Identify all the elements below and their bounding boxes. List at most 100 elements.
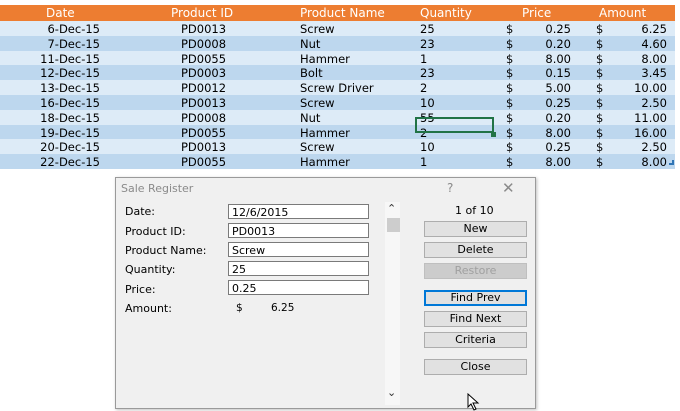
cell-amount-currency[interactable]: $ <box>596 96 603 110</box>
cell-quantity[interactable]: 10 <box>420 96 435 110</box>
cell-price-currency[interactable]: $ <box>506 37 513 51</box>
cell-price[interactable]: 5.00 <box>545 81 571 95</box>
cell-product-name[interactable]: Hammer <box>300 126 350 140</box>
cell-quantity[interactable]: 23 <box>420 66 435 80</box>
cell-price[interactable]: 0.25 <box>545 22 571 36</box>
scroll-down-icon[interactable]: ⌄ <box>387 386 396 399</box>
product-name-field[interactable]: Screw <box>228 242 369 257</box>
cell-product-name[interactable]: Hammer <box>300 52 350 66</box>
cell-amount-currency[interactable]: $ <box>596 126 603 140</box>
cell-quantity[interactable]: 10 <box>420 140 435 154</box>
cell-quantity[interactable]: 25 <box>420 22 435 36</box>
cell-amount-currency[interactable]: $ <box>596 22 603 36</box>
column-header-price[interactable]: Price <box>522 6 551 20</box>
cell-amount-currency[interactable]: $ <box>596 66 603 80</box>
cell-price-currency[interactable]: $ <box>506 96 513 110</box>
column-header-amount[interactable]: Amount <box>599 6 646 20</box>
cell-product-name[interactable]: Nut <box>300 37 320 51</box>
cell-amount-currency[interactable]: $ <box>596 52 603 66</box>
cell-price-currency[interactable]: $ <box>506 22 513 36</box>
cell-date[interactable]: 20-Dec-15 <box>40 140 100 154</box>
cell-price-currency[interactable]: $ <box>506 140 513 154</box>
cell-amount-currency[interactable]: $ <box>596 37 603 51</box>
cell-date[interactable]: 7-Dec-15 <box>47 37 100 51</box>
cell-date[interactable]: 12-Dec-15 <box>40 66 100 80</box>
cell-price-currency[interactable]: $ <box>506 126 513 140</box>
cell-amount[interactable]: 3.45 <box>641 66 667 80</box>
column-header-date[interactable]: Date <box>46 6 75 20</box>
column-header-product-name[interactable]: Product Name <box>300 6 385 20</box>
restore-button[interactable]: Restore <box>424 263 527 279</box>
cell-product-id[interactable]: PD0013 <box>181 22 226 36</box>
cell-date[interactable]: 11-Dec-15 <box>40 52 100 66</box>
cell-price[interactable]: 0.20 <box>545 37 571 51</box>
cell-product-id[interactable]: PD0055 <box>181 126 226 140</box>
cell-price-currency[interactable]: $ <box>506 81 513 95</box>
find-next-button[interactable]: Find Next <box>424 311 527 327</box>
cell-amount[interactable]: 10.00 <box>634 81 667 95</box>
cell-product-name[interactable]: Screw Driver <box>300 81 374 95</box>
cell-price[interactable]: 8.00 <box>545 52 571 66</box>
cell-amount[interactable]: 16.00 <box>634 126 667 140</box>
quantity-field[interactable]: 25 <box>228 261 369 276</box>
cell-amount[interactable]: 8.00 <box>641 52 667 66</box>
cell-product-id[interactable]: PD0008 <box>181 111 226 125</box>
cell-product-id[interactable]: PD0012 <box>181 81 226 95</box>
cell-amount-currency[interactable]: $ <box>596 140 603 154</box>
cell-product-name[interactable]: Screw <box>300 96 335 110</box>
cell-product-name[interactable]: Screw <box>300 22 335 36</box>
delete-button[interactable]: Delete <box>424 242 527 258</box>
scroll-up-icon[interactable]: ⌃ <box>387 202 396 215</box>
find-prev-button[interactable]: Find Prev <box>424 290 527 306</box>
new-button[interactable]: New <box>424 221 527 237</box>
cell-product-name[interactable]: Bolt <box>300 66 323 80</box>
cell-amount[interactable]: 8.00 <box>641 155 667 169</box>
cell-amount-currency[interactable]: $ <box>596 81 603 95</box>
cell-date[interactable]: 16-Dec-15 <box>40 96 100 110</box>
cell-price-currency[interactable]: $ <box>506 155 513 169</box>
cell-price[interactable]: 8.00 <box>545 155 571 169</box>
cell-product-id[interactable]: PD0003 <box>181 66 226 80</box>
cell-price[interactable]: 0.25 <box>545 96 571 110</box>
criteria-button[interactable]: Criteria <box>424 332 527 348</box>
column-header-product-id[interactable]: Product ID <box>171 6 233 20</box>
cell-quantity[interactable]: 1 <box>420 155 427 169</box>
cell-quantity[interactable]: 2 <box>420 81 427 95</box>
product-id-field[interactable]: PD0013 <box>228 223 369 238</box>
cell-price-currency[interactable]: $ <box>506 52 513 66</box>
close-icon[interactable]: ✕ <box>502 179 515 197</box>
cell-date[interactable]: 13-Dec-15 <box>40 81 100 95</box>
scrollbar-thumb[interactable] <box>387 218 400 232</box>
cell-amount[interactable]: 2.50 <box>641 140 667 154</box>
cell-amount[interactable]: 6.25 <box>641 22 667 36</box>
price-field[interactable]: 0.25 <box>228 280 369 295</box>
cell-price[interactable]: 0.25 <box>545 140 571 154</box>
selected-cell-outline[interactable] <box>415 117 494 133</box>
cell-quantity[interactable]: 1 <box>420 52 427 66</box>
cell-date[interactable]: 6-Dec-15 <box>47 22 100 36</box>
record-scrollbar[interactable]: ⌃ ⌄ <box>385 202 400 405</box>
column-header-quantity[interactable]: Quantity <box>420 6 472 20</box>
cell-price[interactable]: 0.20 <box>545 111 571 125</box>
cell-product-id[interactable]: PD0055 <box>181 52 226 66</box>
cell-date[interactable]: 19-Dec-15 <box>40 126 100 140</box>
cell-product-id[interactable]: PD0013 <box>181 96 226 110</box>
cell-price-currency[interactable]: $ <box>506 66 513 80</box>
table-resize-handle[interactable] <box>669 160 674 165</box>
cell-amount[interactable]: 2.50 <box>641 96 667 110</box>
cell-quantity[interactable]: 23 <box>420 37 435 51</box>
cell-price[interactable]: 0.15 <box>545 66 571 80</box>
cell-product-id[interactable]: PD0013 <box>181 140 226 154</box>
cell-amount-currency[interactable]: $ <box>596 111 603 125</box>
cell-product-name[interactable]: Screw <box>300 140 335 154</box>
cell-price[interactable]: 8.00 <box>545 126 571 140</box>
cell-product-id[interactable]: PD0008 <box>181 37 226 51</box>
cell-date[interactable]: 18-Dec-15 <box>40 111 100 125</box>
cell-amount[interactable]: 11.00 <box>634 111 667 125</box>
cell-date[interactable]: 22-Dec-15 <box>40 155 100 169</box>
fill-handle[interactable] <box>491 132 496 137</box>
cell-product-name[interactable]: Nut <box>300 111 320 125</box>
date-field[interactable]: 12/6/2015 <box>228 204 369 219</box>
help-icon[interactable]: ? <box>447 181 453 195</box>
cell-amount-currency[interactable]: $ <box>596 155 603 169</box>
